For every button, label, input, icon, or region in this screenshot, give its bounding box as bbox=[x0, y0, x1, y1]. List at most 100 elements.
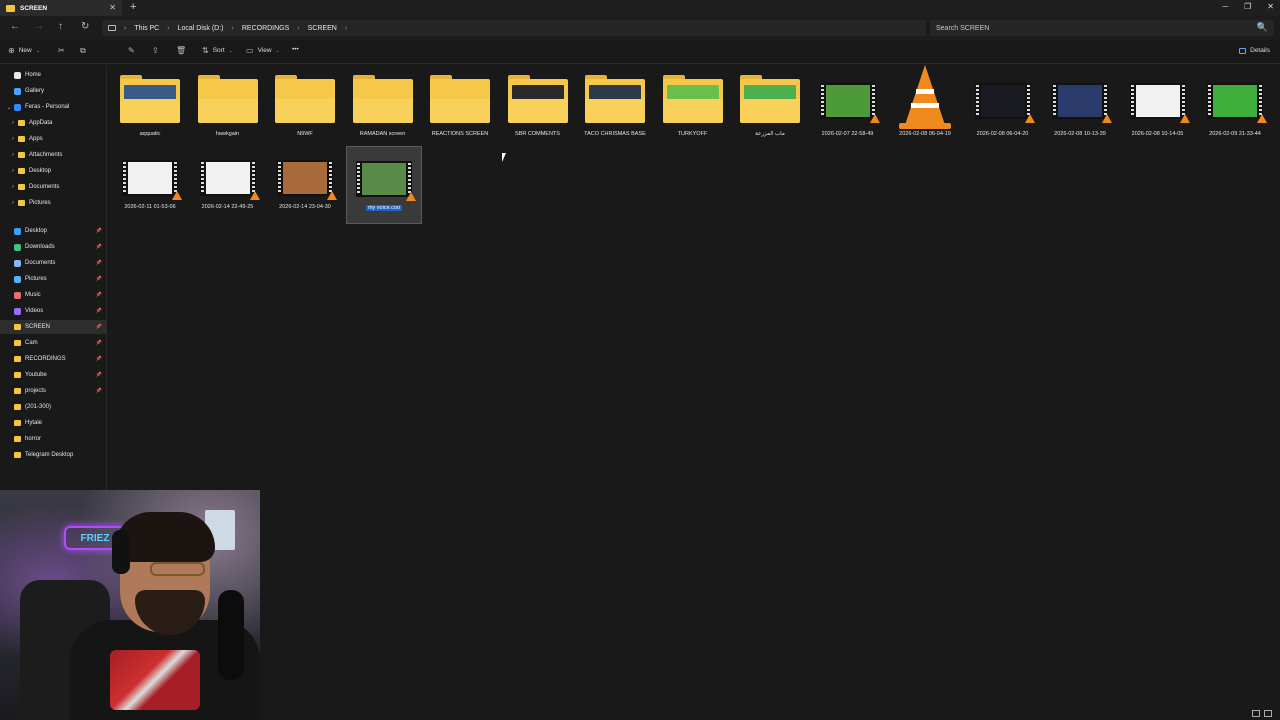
sidebar-item-cam[interactable]: Cam 📌 bbox=[0, 336, 107, 350]
sidebar-item-horror[interactable]: horror bbox=[0, 432, 107, 446]
maximize-button[interactable]: ❐ bbox=[1244, 2, 1251, 11]
minimize-button[interactable]: ─ bbox=[1222, 2, 1228, 11]
vlc-badge-icon bbox=[1179, 114, 1190, 123]
folder-item[interactable]: SBR COMMENTS bbox=[500, 65, 576, 143]
chevron-right-icon[interactable]: › bbox=[8, 152, 18, 158]
vlc-badge-icon bbox=[406, 192, 416, 201]
sidebar-item-label: Hytale bbox=[25, 420, 43, 426]
sidebar-item-desktop[interactable]: Desktop 📌 bbox=[0, 224, 107, 238]
glasses bbox=[150, 562, 205, 576]
video-file-item[interactable]: 2026-02-08 06-04-19 bbox=[887, 65, 963, 143]
breadcrumb-local-disk[interactable]: Local Disk (D:) bbox=[178, 25, 224, 32]
view-button[interactable]: ▭ View ⌄ bbox=[246, 46, 280, 55]
chevron-right-icon[interactable]: › bbox=[8, 184, 18, 190]
search-input[interactable]: Search SCREEN 🔍 bbox=[930, 20, 1274, 36]
sidebar-item-recordings[interactable]: RECORDINGS 📌 bbox=[0, 352, 107, 366]
share-button[interactable]: ⇪ bbox=[152, 46, 159, 55]
pin-icon: 📌 bbox=[95, 324, 102, 330]
video-file-item[interactable]: 2026-02-08 06-04-20 bbox=[965, 65, 1041, 143]
sidebar-item-gallery[interactable]: Gallery bbox=[0, 84, 107, 98]
rename-field[interactable]: my voice.coo bbox=[365, 205, 403, 211]
vlc-badge-icon bbox=[327, 191, 337, 200]
folder-icon bbox=[351, 73, 415, 125]
sidebar-item-telegram-desktop[interactable]: Telegram Desktop bbox=[0, 448, 107, 462]
sidebar-item-apps[interactable]: › Apps bbox=[0, 132, 107, 146]
tab-close-button[interactable]: ✕ bbox=[109, 3, 116, 12]
copy-button[interactable]: ⧉ bbox=[80, 46, 86, 56]
chevron-right-icon[interactable]: › bbox=[8, 120, 18, 126]
folder-icon bbox=[273, 73, 337, 125]
video-file-item[interactable]: 2026-02-14 22-49-25 bbox=[190, 146, 266, 224]
plus-circle-icon: ⊕ bbox=[8, 46, 15, 55]
sidebar-item-projects[interactable]: projects 📌 bbox=[0, 384, 107, 398]
breadcrumb-recordings[interactable]: RECORDINGS bbox=[242, 25, 289, 32]
sort-button[interactable]: ⇅ Sort ⌄ bbox=[202, 46, 233, 55]
sidebar-item-desktop[interactable]: › Desktop bbox=[0, 164, 107, 178]
video-file-item[interactable]: 2026-02-07 22-58-49 bbox=[810, 65, 886, 143]
details-view-icon[interactable] bbox=[1252, 710, 1260, 717]
rename-button[interactable]: ✎ bbox=[128, 46, 135, 55]
new-label: New bbox=[18, 47, 32, 54]
sidebar-item-youtube[interactable]: Youtube 📌 bbox=[0, 368, 107, 382]
sidebar-item-label: horror bbox=[25, 436, 42, 442]
back-button[interactable]: ← bbox=[10, 21, 20, 32]
new-tab-button[interactable]: + bbox=[130, 1, 136, 13]
video-file-item[interactable]: 2026-02-08 10-13-39 bbox=[1042, 65, 1118, 143]
folder-item[interactable]: TACO CHRISMAS BASE bbox=[577, 65, 653, 143]
sidebar-item-hytale[interactable]: Hytale bbox=[0, 416, 107, 430]
tiles-view-icon[interactable] bbox=[1264, 710, 1272, 717]
new-button[interactable]: ⊕ New ⌄ bbox=[8, 46, 40, 55]
file-name-label: 2026-02-14 23-04-30 bbox=[279, 204, 331, 210]
folder-item[interactable]: RAMADAN screen bbox=[345, 65, 421, 143]
sidebar-item-home[interactable]: Home bbox=[0, 68, 107, 82]
sidebar-item-label: SCREEN bbox=[25, 324, 51, 330]
sidebar-item-pictures[interactable]: Pictures 📌 bbox=[0, 272, 107, 286]
sidebar-item-documents[interactable]: Documents 📌 bbox=[0, 256, 107, 270]
close-button[interactable]: ✕ bbox=[1267, 2, 1274, 11]
cloud-icon bbox=[14, 103, 21, 111]
sidebar-item-attachments[interactable]: › Attachments bbox=[0, 148, 107, 162]
cut-button[interactable]: ✂ bbox=[58, 46, 65, 55]
folder-item[interactable]: ماب المزرعة bbox=[732, 65, 808, 143]
vlc-badge-icon bbox=[1102, 114, 1112, 123]
up-button[interactable]: ↑ bbox=[58, 21, 63, 32]
sidebar-item-videos[interactable]: Videos 📌 bbox=[0, 304, 107, 318]
video-file-item[interactable]: 2026-02-08 10-14-05 bbox=[1120, 65, 1196, 143]
folder-icon bbox=[18, 136, 25, 142]
folder-item[interactable]: TURKYOFF bbox=[655, 65, 731, 143]
breadcrumb-screen[interactable]: SCREEN bbox=[308, 25, 337, 32]
chevron-right-icon[interactable]: › bbox=[8, 168, 18, 174]
folder-item[interactable]: REACTIONS SCREEN bbox=[422, 65, 498, 143]
chevron-down-icon[interactable]: ⌄ bbox=[4, 104, 14, 111]
video-file-item[interactable]: my voice.coo bbox=[346, 146, 422, 224]
sidebar-item-pictures[interactable]: › Pictures bbox=[0, 196, 107, 210]
file-name-label: N9WF bbox=[297, 131, 313, 137]
sidebar-item-documents[interactable]: › Documents bbox=[0, 180, 107, 194]
tab-screen[interactable]: SCREEN ✕ bbox=[0, 0, 122, 16]
sidebar-item-screen[interactable]: SCREEN 📌 bbox=[0, 320, 107, 334]
more-options-button[interactable]: ••• bbox=[292, 46, 299, 53]
sidebar-item-201-300[interactable]: (201-300) bbox=[0, 400, 107, 414]
video-file-item[interactable]: 2026-02-14 23-04-30 bbox=[267, 146, 343, 224]
sidebar-item-downloads[interactable]: Downloads 📌 bbox=[0, 240, 107, 254]
folder-item[interactable]: hawkgain bbox=[190, 65, 266, 143]
folder-icon bbox=[506, 73, 570, 125]
file-name-label: 2026-02-08 10-13-39 bbox=[1054, 131, 1106, 137]
delete-button[interactable]: 🗑 bbox=[176, 46, 186, 55]
sidebar-item-feras-personal[interactable]: ⌄ Feras - Personal bbox=[0, 100, 107, 114]
folder-item[interactable]: aqquatic bbox=[112, 65, 188, 143]
folder-item[interactable]: N9WF bbox=[267, 65, 343, 143]
refresh-button[interactable]: ↻ bbox=[81, 21, 89, 32]
breadcrumb-this-pc[interactable]: This PC bbox=[134, 25, 159, 32]
address-bar[interactable]: › This PC › Local Disk (D:) › RECORDINGS… bbox=[102, 20, 926, 36]
sidebar-item-music[interactable]: Music 📌 bbox=[0, 288, 107, 302]
video-thumbnail bbox=[352, 151, 416, 203]
forward-button[interactable]: → bbox=[34, 21, 44, 32]
gallery-icon bbox=[14, 87, 21, 95]
chevron-right-icon[interactable]: › bbox=[8, 136, 18, 142]
details-button[interactable]: Details bbox=[1239, 47, 1270, 54]
video-file-item[interactable]: 2026-02-11 01-53-06 bbox=[112, 146, 188, 224]
video-file-item[interactable]: 2026-02-09 21-33-44 bbox=[1197, 65, 1273, 143]
chevron-right-icon[interactable]: › bbox=[8, 200, 18, 206]
sidebar-item-appdata[interactable]: › AppData bbox=[0, 116, 107, 130]
